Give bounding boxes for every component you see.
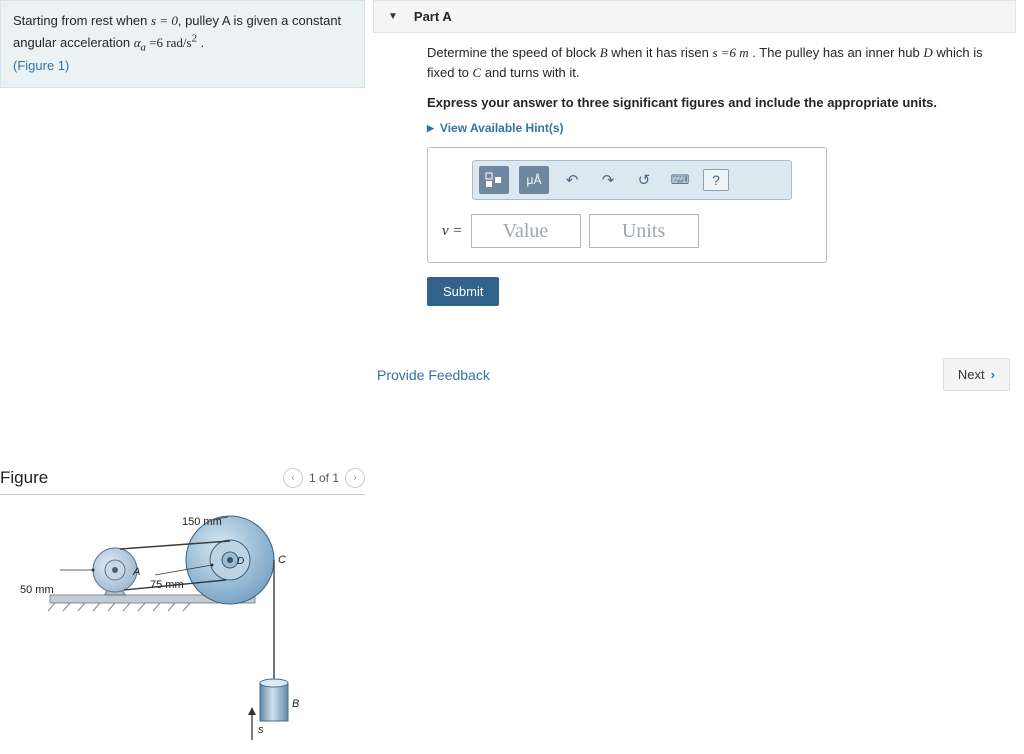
chevron-right-icon: ▶: [427, 123, 434, 134]
value-input[interactable]: Value: [471, 214, 581, 248]
collapse-icon: ▼: [388, 11, 398, 22]
label-rd: 75 mm: [150, 579, 184, 591]
figure-counter: 1 of 1: [309, 471, 339, 485]
units-symbol-button[interactable]: μÅ: [519, 166, 549, 194]
chevron-right-icon: ›: [991, 367, 995, 382]
submit-button[interactable]: Submit: [427, 277, 499, 306]
units-input[interactable]: Units: [589, 214, 699, 248]
instruction-text: Determine the speed of block B when it h…: [427, 43, 998, 83]
figure-image: 50 mm A 75 mm 150 mm D C B s: [0, 509, 365, 754]
figure-prev-button[interactable]: ‹: [283, 468, 303, 488]
help-button[interactable]: ?: [703, 169, 729, 191]
problem-text: Starting from rest when s = 0, pulley A …: [13, 13, 341, 50]
figure-header: Figure ‹ 1 of 1 ›: [0, 468, 365, 495]
label-s: s: [258, 724, 264, 736]
undo-button[interactable]: ↶: [559, 167, 585, 193]
figure-link[interactable]: (Figure 1): [13, 58, 69, 73]
label-A: A: [132, 566, 140, 578]
label-C: C: [278, 554, 286, 566]
template-button[interactable]: [479, 166, 509, 194]
problem-statement: Starting from rest when s = 0, pulley A …: [0, 0, 365, 88]
fraction-icon: [485, 172, 503, 188]
figure-next-button[interactable]: ›: [345, 468, 365, 488]
redo-button[interactable]: ↷: [595, 167, 621, 193]
equation-toolbar: μÅ ↶ ↷ ↺ ⌨ ?: [472, 160, 792, 200]
next-button[interactable]: Next ›: [943, 358, 1010, 391]
label-D: D: [237, 556, 244, 567]
part-title: Part A: [414, 9, 452, 24]
view-hints-link[interactable]: ▶ View Available Hint(s): [427, 121, 998, 135]
label-rc: 150 mm: [182, 516, 222, 528]
figure-title: Figure: [0, 468, 283, 488]
label-ra: 50 mm: [20, 584, 54, 596]
keyboard-button[interactable]: ⌨: [667, 167, 693, 193]
reset-button[interactable]: ↺: [631, 167, 657, 193]
answer-box: μÅ ↶ ↷ ↺ ⌨ ? v = Value Units: [427, 147, 827, 263]
part-header[interactable]: ▼ Part A: [373, 0, 1016, 33]
answer-variable-label: v =: [442, 223, 463, 240]
provide-feedback-link[interactable]: Provide Feedback: [373, 367, 490, 383]
answer-prompt: Express your answer to three significant…: [427, 93, 998, 113]
